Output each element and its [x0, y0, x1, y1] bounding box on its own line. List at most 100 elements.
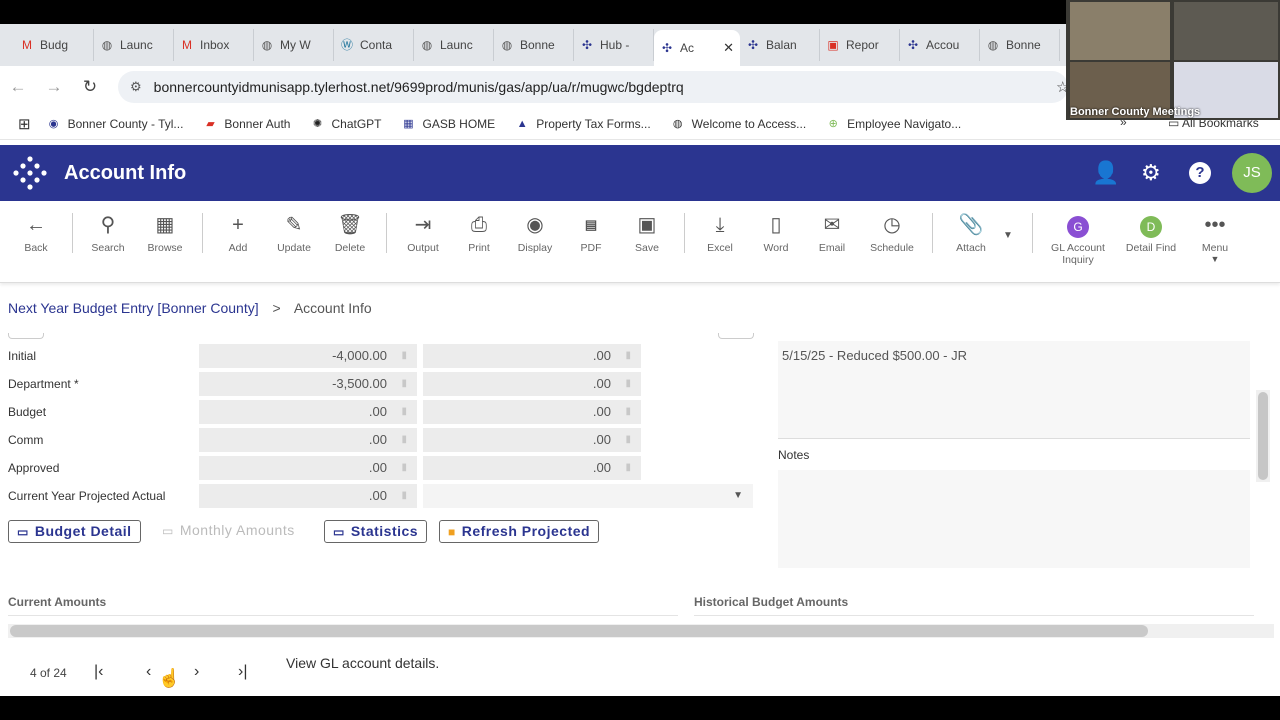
url-input[interactable]: ⚙ bonnercountyidmunisapp.tylerhost.net/9…: [118, 71, 1068, 103]
clear-icon[interactable]: ▮: [401, 456, 407, 480]
avatar[interactable]: JS: [1232, 153, 1272, 193]
pdf-button[interactable]: ▤ PDF: [563, 212, 619, 254]
current-amounts-heading: Current Amounts: [8, 595, 107, 609]
schedule-button[interactable]: ◷ Schedule: [864, 212, 920, 254]
gasb-icon: ▦: [403, 117, 414, 130]
second-amount-field[interactable]: .00 ▮: [423, 372, 641, 396]
delete-button[interactable]: 🗑 Delete: [322, 212, 378, 254]
excel-button[interactable]: ⤓ Excel: [692, 212, 748, 254]
video-label: Bonner County Meetings: [1070, 106, 1201, 118]
apps-grid-icon[interactable]: ⊞: [18, 115, 31, 133]
next-record-icon[interactable]: ›: [194, 663, 199, 681]
user-info-icon[interactable]: 👤: [1092, 160, 1119, 186]
clear-icon[interactable]: ▮: [401, 344, 407, 368]
gl-account-inquiry-button[interactable]: G GL Account Inquiry: [1044, 212, 1112, 266]
notes-input[interactable]: [778, 470, 1250, 568]
bookmark-item[interactable]: ◉ Bonner County - Tyl...: [47, 117, 184, 131]
forward-arrow-icon[interactable]: →: [36, 77, 72, 97]
browser-tab[interactable]: ✣ Balan: [740, 29, 820, 61]
browser-tab[interactable]: ▣ Repor: [820, 29, 900, 61]
projected-select[interactable]: ▼: [423, 484, 753, 508]
clear-icon[interactable]: ▮: [625, 456, 631, 480]
bookmark-item[interactable]: ◍ Welcome to Access...: [671, 117, 806, 131]
browser-tab[interactable]: ✣ Hub -: [574, 29, 654, 61]
browser-tab[interactable]: ◍ Bonne: [980, 29, 1060, 61]
amount-field[interactable]: -4,000.00 ▮: [199, 344, 417, 368]
browser-tab[interactable]: ✣ Ac ✕: [654, 30, 740, 66]
add-button[interactable]: + Add: [210, 212, 266, 254]
browser-tab-label: Inbox: [200, 38, 230, 52]
toolbar-divider: [72, 213, 73, 253]
budget-detail-button[interactable]: ▭ Budget Detail: [8, 520, 141, 543]
clear-icon[interactable]: ▮: [401, 484, 407, 508]
clear-icon[interactable]: ▮: [401, 400, 407, 424]
second-amount-field[interactable]: .00 ▮: [423, 344, 641, 368]
back-arrow-icon[interactable]: ←: [0, 77, 36, 97]
print-button[interactable]: ⎙ Print: [451, 212, 507, 254]
back-button[interactable]: ← Back: [8, 212, 64, 254]
monthly-amounts-button[interactable]: ▭ Monthly Amounts: [154, 520, 303, 543]
clear-icon[interactable]: ▮: [401, 372, 407, 396]
clear-icon[interactable]: ▮: [625, 344, 631, 368]
gear-icon[interactable]: ⚙: [1141, 160, 1161, 186]
update-button[interactable]: ✎ Update: [266, 212, 322, 254]
globe-icon: ◍: [672, 117, 683, 130]
amount-field[interactable]: -3,500.00 ▮: [199, 372, 417, 396]
breadcrumb: Next Year Budget Entry [Bonner County] >…: [8, 300, 372, 316]
amount-field[interactable]: .00 ▮: [199, 456, 417, 480]
amount-field[interactable]: .00 ▮: [199, 400, 417, 424]
output-button[interactable]: ⇥ Output: [395, 212, 451, 254]
browser-tab[interactable]: ✣ Accou: [900, 29, 980, 61]
gmail-icon: M: [22, 38, 32, 52]
display-button[interactable]: ◉ Display: [507, 212, 563, 254]
site-info-icon[interactable]: ⚙: [130, 79, 142, 95]
detail-find-button[interactable]: D Detail Find: [1123, 212, 1179, 254]
breadcrumb-parent-link[interactable]: Next Year Budget Entry [Bonner County]: [8, 300, 259, 316]
amount-field[interactable]: .00 ▮: [199, 428, 417, 452]
browser-tab[interactable]: ◍ My W: [254, 29, 334, 61]
close-tab-icon[interactable]: ✕: [723, 40, 734, 56]
help-icon[interactable]: ?: [1189, 162, 1211, 184]
browser-tab-label: Ac: [680, 41, 695, 55]
clear-icon[interactable]: ▮: [625, 400, 631, 424]
statistics-button[interactable]: ▭ Statistics: [324, 520, 428, 543]
floppy-disk-icon: ▣: [637, 214, 657, 236]
browser-tab[interactable]: M Inbox: [174, 29, 254, 61]
bookmark-item[interactable]: ✺ ChatGPT: [310, 117, 382, 131]
browser-tab[interactable]: ◍ Launc: [414, 29, 494, 61]
refresh-projected-button[interactable]: ■ Refresh Projected: [439, 520, 600, 543]
menu-button[interactable]: ••• Menu ▼: [1187, 212, 1243, 264]
second-amount-field[interactable]: .00 ▮: [423, 456, 641, 480]
word-button[interactable]: ▯ Word: [748, 212, 804, 254]
bottom-black-bar: [0, 696, 1280, 720]
browser-tab[interactable]: ◍ Launc: [94, 29, 174, 61]
second-amount-field[interactable]: .00 ▮: [423, 400, 641, 424]
bookmark-item[interactable]: ▦ GASB HOME: [402, 117, 495, 131]
search-button[interactable]: ⚲ Search: [80, 212, 136, 254]
browser-tab[interactable]: Ⓦ Conta: [334, 29, 414, 61]
bookmark-item[interactable]: ▲ Property Tax Forms...: [515, 117, 651, 131]
browser-tab[interactable]: ◍ Bonne: [494, 29, 574, 61]
bookmark-item[interactable]: ⊕ Employee Navigato...: [826, 117, 962, 131]
save-button[interactable]: ▣ Save: [619, 212, 675, 254]
horizontal-scrollbar-thumb[interactable]: [10, 625, 1148, 637]
clear-icon[interactable]: ▮: [625, 372, 631, 396]
browser-tab[interactable]: M Budg: [14, 29, 94, 61]
second-amount-field[interactable]: .00 ▮: [423, 428, 641, 452]
attach-button[interactable]: 📎 Attach: [943, 212, 999, 254]
notes-label: Notes: [778, 448, 810, 462]
browse-button[interactable]: ▦ Browse: [137, 212, 193, 254]
vertical-scrollbar-thumb[interactable]: [1258, 392, 1268, 480]
app-logo-icon[interactable]: [12, 155, 48, 191]
clear-icon[interactable]: ▮: [401, 428, 407, 452]
reload-icon[interactable]: ↻: [72, 77, 108, 97]
clear-icon[interactable]: ▮: [625, 428, 631, 452]
first-record-icon[interactable]: |‹: [94, 663, 103, 681]
field-label: Comm: [8, 433, 44, 447]
email-button[interactable]: ✉ Email: [804, 212, 860, 254]
last-record-icon[interactable]: ›|: [238, 663, 247, 681]
amount-field[interactable]: .00 ▮: [199, 484, 417, 508]
bookmark-item[interactable]: ▰ Bonner Auth: [203, 117, 290, 131]
previous-record-icon[interactable]: ‹: [146, 663, 151, 681]
attach-dropdown-icon[interactable]: ▼: [1003, 230, 1013, 241]
